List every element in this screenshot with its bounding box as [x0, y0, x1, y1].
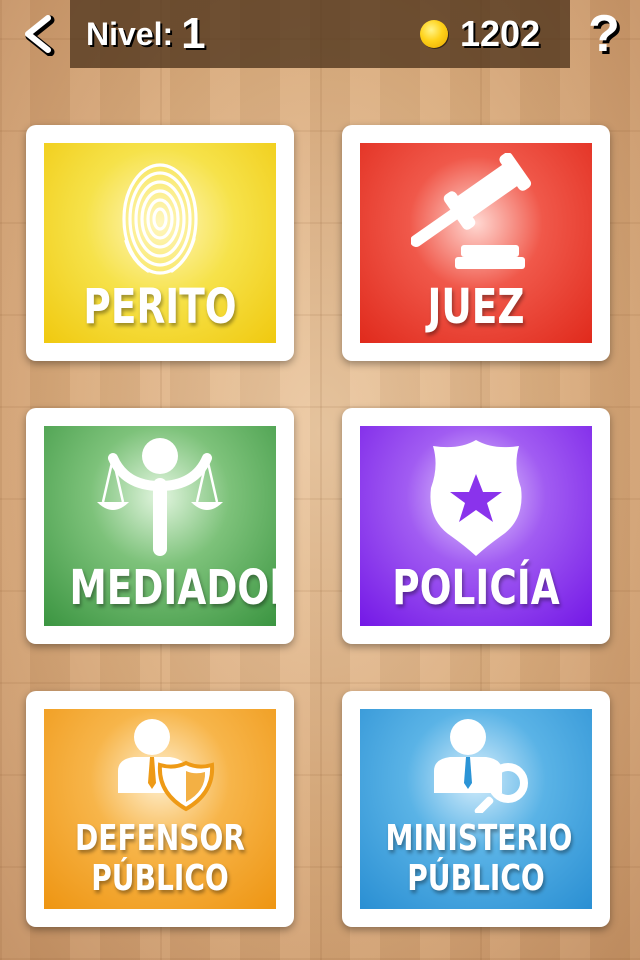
defender-shield-icon	[118, 719, 215, 812]
back-button[interactable]	[12, 8, 64, 60]
card-juez[interactable]: JUEZ	[342, 125, 610, 361]
card-defensor-publico-label-line2: PÚBLICO	[91, 858, 229, 899]
card-defensor-publico[interactable]: DEFENSOR PÚBLICO	[26, 691, 294, 927]
police-badge-icon	[430, 440, 522, 556]
card-juez-label: JUEZ	[427, 279, 525, 335]
card-perito[interactable]: PERITO	[26, 125, 294, 361]
balance-person-icon	[97, 438, 223, 556]
card-ministerio-publico-label-line1: MINISTERIO	[385, 818, 573, 859]
chevron-left-icon	[25, 15, 55, 56]
card-defensor-publico-label-line1: DEFENSOR	[74, 818, 246, 859]
level-value: 1	[181, 9, 206, 58]
level-display: Nivel: 1	[86, 8, 206, 60]
card-policia-tile: POLICÍA	[360, 426, 592, 626]
card-perito-label: PERITO	[83, 279, 237, 335]
card-ministerio-publico-tile: MINISTERIO PÚBLICO	[360, 709, 592, 909]
card-policia[interactable]: POLICÍA	[342, 408, 610, 644]
card-mediador[interactable]: MEDIADOR	[26, 408, 294, 644]
coin-counter: 1202	[420, 8, 540, 60]
help-button[interactable]: ?	[580, 4, 628, 64]
card-ministerio-publico[interactable]: MINISTERIO PÚBLICO	[342, 691, 610, 927]
level-label: Nivel:	[86, 15, 174, 52]
card-policia-label: POLICÍA	[392, 560, 560, 616]
card-mediador-label: MEDIADOR	[69, 560, 276, 616]
fingerprint-icon	[122, 163, 198, 275]
gavel-icon	[411, 153, 532, 269]
card-juez-tile: JUEZ	[360, 143, 592, 343]
prosecutor-magnifier-icon	[434, 719, 528, 813]
card-perito-tile: PERITO	[44, 143, 276, 343]
card-mediador-tile: MEDIADOR	[44, 426, 276, 626]
coin-count: 1202	[460, 13, 541, 54]
coin-icon	[420, 20, 448, 48]
card-defensor-publico-tile: DEFENSOR PÚBLICO	[44, 709, 276, 909]
card-ministerio-publico-label-line2: PÚBLICO	[407, 858, 545, 899]
